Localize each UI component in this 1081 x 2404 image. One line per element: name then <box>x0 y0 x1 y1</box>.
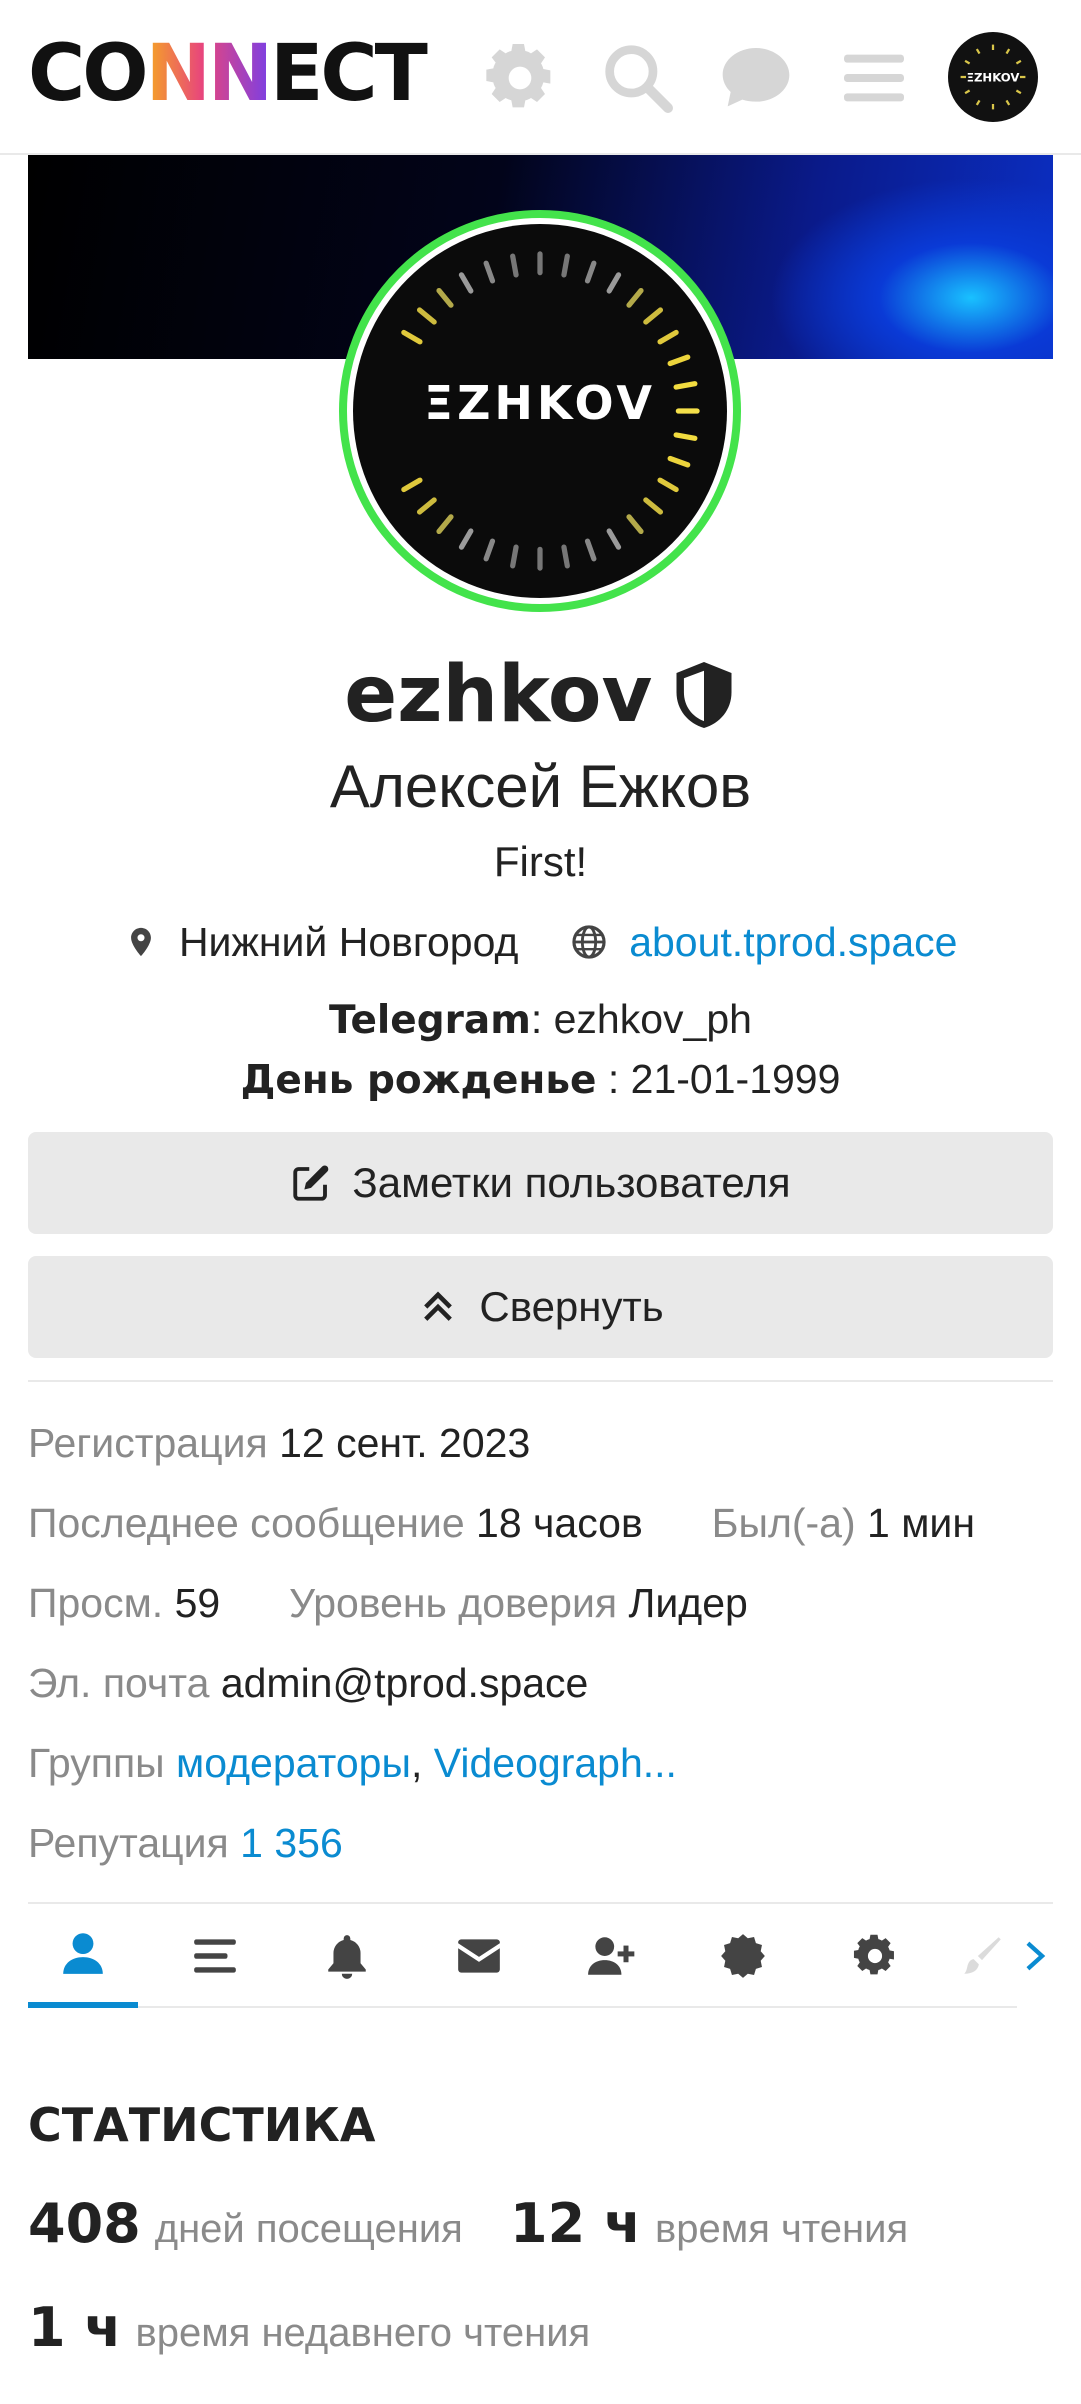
stat-read-time: 12 ч время чтения <box>510 2192 908 2255</box>
logo-text-suffix: ECT <box>270 29 428 119</box>
groups-label: Группы <box>28 1740 165 1786</box>
stream-lines-icon <box>194 1939 236 1973</box>
badge-certificate-icon <box>721 1934 765 1978</box>
globe-icon <box>572 925 606 959</box>
group-link-moderators[interactable]: модераторы <box>176 1740 411 1786</box>
views-trust-row: Просм. 59 Уровень доверия Лидер <box>28 1580 748 1627</box>
chevron-right-icon <box>1026 1941 1046 1971</box>
edit-note-icon <box>293 1165 329 1201</box>
stat-days-visited: 408 дней посещения <box>28 2192 463 2255</box>
envelope-icon <box>458 1939 500 1973</box>
birthday-label: День рожденье <box>240 1058 597 1103</box>
username: ezhkov <box>344 650 653 740</box>
tab-badges[interactable] <box>688 1904 798 2008</box>
double-chevron-up-icon <box>424 1291 453 1321</box>
tab-more-partial[interactable] <box>952 1904 1012 2008</box>
email-row: Эл. почта admin@tprod.space <box>28 1660 588 1707</box>
collapse-button[interactable]: Свернуть <box>28 1256 1053 1358</box>
last-post-label: Последнее сообщение <box>28 1500 465 1546</box>
trust-level-label: Уровень доверия <box>288 1580 618 1626</box>
tab-invites[interactable] <box>556 1904 666 2008</box>
user-location: Нижний Новгород <box>178 918 519 965</box>
last-seen-label: Был(-а) <box>711 1500 856 1546</box>
site-logo[interactable]: CONNECT <box>28 35 428 113</box>
reputation-value[interactable]: 1 356 <box>240 1820 343 1866</box>
last-activity-row: Последнее сообщение 18 часов Был(-а) 1 м… <box>28 1500 975 1547</box>
divider <box>28 1380 1053 1382</box>
trust-level-value: Лидер <box>628 1580 748 1626</box>
site-header: CONNECT ΞZHKOV <box>0 0 1081 155</box>
birthday-row: День рожденье : 21-01-1999 <box>0 1056 1081 1103</box>
tabs-scroll-right-button[interactable] <box>1017 1904 1053 2008</box>
stat-recent-read-value: 1 ч <box>28 2296 122 2359</box>
full-name: Алексей Ежков <box>329 753 752 820</box>
telegram-label: Telegram <box>329 998 531 1043</box>
user-icon <box>63 1933 103 1974</box>
telegram-value: : ezhkov_ph <box>530 996 752 1042</box>
views-value: 59 <box>174 1580 221 1626</box>
gear-icon <box>853 1934 894 1975</box>
views-label: Просм. <box>28 1580 164 1626</box>
tab-activity[interactable] <box>160 1904 270 2008</box>
current-user-avatar[interactable]: ΞZHKOV <box>948 32 1038 122</box>
user-status: First! <box>493 838 588 885</box>
tab-summary[interactable] <box>28 1904 138 2008</box>
user-website-link[interactable]: about.tprod.space <box>629 919 957 965</box>
email-value: admin@tprod.space <box>220 1660 589 1706</box>
registration-row: Регистрация 12 сент. 2023 <box>28 1420 530 1467</box>
gear-icon[interactable] <box>480 38 560 118</box>
stat-days-visited-value: 408 <box>28 2192 141 2255</box>
location-website-row: Нижний Новгород about.tprod.space <box>0 916 1081 966</box>
last-post-value: 18 часов <box>476 1500 643 1546</box>
groups-row: Группы модераторы, Videograph... <box>28 1740 677 1787</box>
tab-preferences[interactable] <box>820 1904 930 2008</box>
tab-notifications[interactable] <box>292 1904 402 2008</box>
brush-icon <box>964 1937 1001 1974</box>
email-label: Эл. почта <box>28 1660 210 1706</box>
chat-icon[interactable] <box>716 38 796 118</box>
svg-text:ΞZHKOV: ΞZHKOV <box>967 71 1020 85</box>
telegram-row: Telegram: ezhkov_ph <box>0 996 1081 1043</box>
collapse-label: Свернуть <box>479 1283 664 1330</box>
last-seen-value: 1 мин <box>867 1500 975 1546</box>
stats-title: СТАТИСТИКА <box>28 2098 376 2152</box>
avatar-brand-text: ΞZHKOV <box>424 376 656 430</box>
stat-read-time-label: время чтения <box>655 2207 909 2251</box>
search-icon[interactable] <box>598 38 678 118</box>
group-link-videograph[interactable]: Videograph... <box>434 1740 677 1786</box>
stat-days-visited-label: дней посещения <box>154 2207 463 2251</box>
birthday-value: : 21-01-1999 <box>596 1056 841 1102</box>
reputation-row: Репутация 1 356 <box>28 1820 343 1867</box>
reputation-label: Репутация <box>28 1820 229 1866</box>
logo-text-prefix: CO <box>28 29 149 119</box>
profile-avatar[interactable]: ΞZHKOV <box>339 210 741 612</box>
tab-messages[interactable] <box>424 1904 534 2008</box>
stat-read-time-value: 12 ч <box>510 2192 642 2255</box>
user-notes-label: Заметки пользователя <box>352 1159 791 1206</box>
registration-value: 12 сент. 2023 <box>279 1420 531 1466</box>
logo-text-highlight: NN <box>145 29 274 119</box>
hamburger-menu-icon[interactable] <box>834 38 914 118</box>
profile-tabs <box>28 1902 1053 2008</box>
moderator-shield-icon <box>671 659 737 731</box>
map-marker-icon <box>130 928 151 957</box>
user-plus-icon <box>588 1937 635 1975</box>
registration-label: Регистрация <box>28 1420 268 1466</box>
bell-icon <box>328 1935 366 1979</box>
username-row: ezhkov <box>0 650 1081 740</box>
user-notes-button[interactable]: Заметки пользователя <box>28 1132 1053 1234</box>
group-separator: , <box>410 1740 423 1786</box>
stat-recent-read-time: 1 ч время недавнего чтения <box>28 2296 590 2359</box>
stat-recent-read-label: время недавнего чтения <box>135 2311 591 2355</box>
